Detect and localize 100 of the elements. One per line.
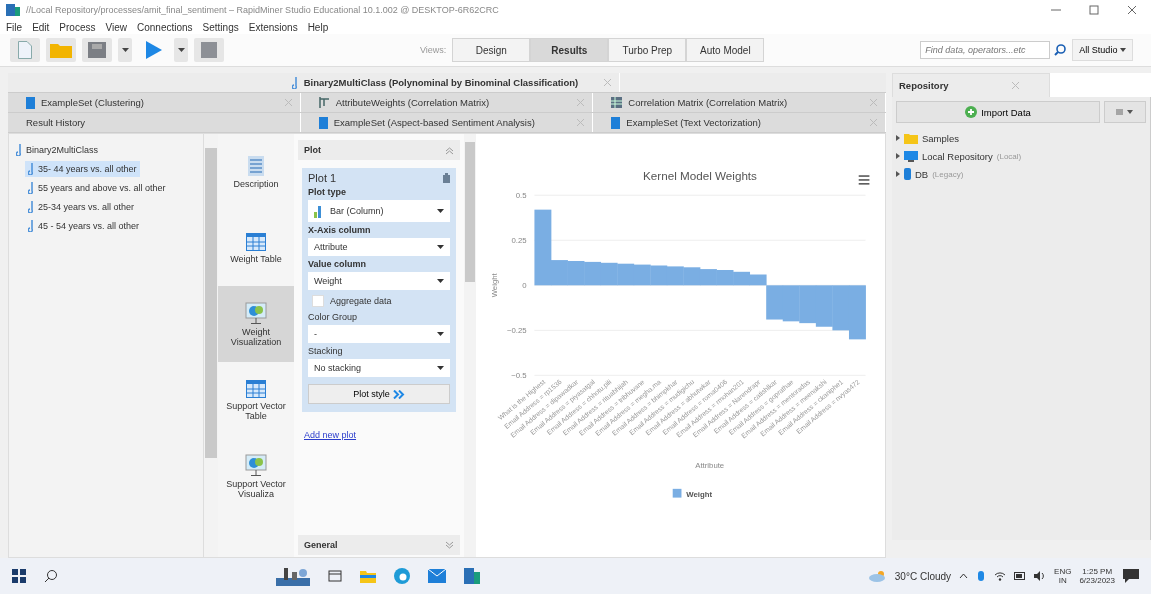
stop-button[interactable] [194,38,224,62]
menu-item[interactable]: Connections [137,21,193,33]
panel-header[interactable]: General [298,535,460,555]
select-field[interactable]: Attribute [308,238,450,256]
book-icon [318,116,328,129]
history-item[interactable]: 35- 44 years vs. all other [25,161,140,177]
task-view-icon[interactable] [328,570,342,582]
notification-icon[interactable] [1123,569,1139,583]
menu-item[interactable]: Extensions [248,21,298,33]
search-icon[interactable] [44,569,58,583]
select-field[interactable]: Weight [308,272,450,290]
panel-header[interactable]: Plot [298,140,460,160]
folder-icon[interactable] [360,569,376,583]
list-caret-icon [1116,109,1134,115]
result-tab[interactable]: ExampleSet (Aspect-based Sentiment Analysis) [300,113,594,132]
close-icon[interactable] [1127,5,1137,15]
view-tab[interactable]: Auto Model [686,38,765,62]
history-item[interactable]: 55 years and above vs. all other [25,180,199,196]
dropdown-button[interactable] [118,38,132,62]
expand-arrow-icon[interactable] [896,135,900,141]
app-icon[interactable] [464,568,480,584]
menu-item[interactable]: View [105,21,127,33]
checkbox[interactable] [312,295,324,307]
plot-style-button[interactable]: Plot style [308,384,450,404]
view-mode-item[interactable]: Support Vector Visualiza [218,438,294,514]
menu-icon[interactable] [858,175,870,185]
view-mode-item[interactable]: Weight Visualization [218,286,294,362]
repository-item[interactable]: Local Repository (Local) [896,147,1146,165]
add-plot-link[interactable]: Add new plot [304,430,357,440]
double-chevron-icon [392,389,405,399]
options-button[interactable] [1104,101,1146,123]
menu-item[interactable]: Help [307,21,329,33]
expand-arrow-icon[interactable] [896,153,900,159]
table-icon [246,232,266,251]
collapse-icon[interactable] [445,145,454,155]
view-mode-item[interactable]: Support Vector Table [218,362,294,438]
view-tab[interactable]: Results [530,38,609,62]
dropdown-button[interactable] [174,38,188,62]
expand-icon[interactable] [445,540,454,550]
field-label: Value column [308,259,367,269]
maximize-icon[interactable] [1089,5,1099,15]
select-field[interactable]: - [308,325,450,343]
view-tab[interactable]: Design [452,38,531,62]
weights-icon [318,97,330,108]
mail-icon[interactable] [428,569,446,583]
scrollbar-thumb[interactable] [205,148,217,458]
menu-item[interactable]: Process [59,21,96,33]
scope-dropdown[interactable]: All Studio [1072,39,1134,61]
hook-icon [291,76,298,89]
result-tab[interactable]: ExampleSet (Text Vectorization) [593,113,886,132]
expand-arrow-icon[interactable] [896,171,900,177]
trash-icon[interactable] [443,173,450,183]
result-tab[interactable]: AttributeWeights (Correlation Matrix) [300,93,594,112]
hook-icon [28,220,34,232]
start-icon[interactable] [12,569,26,583]
search-icon[interactable] [1054,44,1067,56]
region-text[interactable]: IN [1058,576,1067,585]
select-field[interactable]: Bar (Column) [308,200,450,222]
save-icon [88,42,106,58]
browser-icon[interactable] [394,568,410,584]
new-file-button[interactable] [10,38,40,62]
chart-title: Kernel Model Weights [643,169,757,183]
repository-item[interactable]: DB (Legacy) [896,165,1146,183]
result-tab[interactable]: Correlation Matrix (Correlation Matrix) [593,93,886,112]
repository-item[interactable]: Samples [896,129,1146,147]
result-tab[interactable]: Result History [8,113,301,132]
view-tab[interactable]: Turbo Prep [608,38,687,62]
weather-text[interactable]: 30°C Cloudy [894,570,952,582]
history-item[interactable]: Binary2MultiClass [13,142,199,158]
scrollbar-thumb[interactable] [465,142,475,282]
search-field[interactable]: Find data, operators...etc [920,41,1051,59]
import-data-button[interactable]: Import Data [896,101,1100,123]
save-button[interactable] [82,38,112,62]
axis-tick-label: −0.5 [511,371,527,381]
chart-bar [617,263,635,286]
menu-item[interactable]: Edit [32,21,50,33]
field-label: X-Axis column [308,225,371,235]
speaker-icon[interactable] [1034,571,1047,581]
battery-icon[interactable] [1014,572,1027,580]
chart-bar [584,261,602,286]
presentation-icon [245,301,267,324]
clock-time[interactable]: 1:25 PM [1082,567,1113,576]
clock-date[interactable]: 6/23/2023 [1079,576,1115,585]
view-mode-item[interactable]: Description [218,134,294,210]
caret-icon [437,366,444,370]
menu-item[interactable]: Settings [202,21,239,33]
view-mode-item[interactable]: Weight Table [218,210,294,286]
chevron-up-icon[interactable] [959,573,969,579]
network-icon[interactable] [994,571,1007,581]
window-title: //Local Repository/processes/amit_final_sentiment – RapidMiner Studio Educational 10.1.002 @ DESKTOP-6R62CRC [26,5,499,15]
select-field[interactable]: No stacking [308,359,450,377]
hook-icon [28,182,34,194]
bar-chart-icon [314,204,324,218]
field-label: Stacking [308,346,343,356]
history-item[interactable]: 45 - 54 years vs. all other [25,218,199,234]
result-tab[interactable]: ExampleSet (Clustering) [8,93,301,112]
menu-item[interactable]: File [6,21,23,33]
repository-tab[interactable]: Repository [892,73,1050,97]
history-item[interactable]: 25-34 years vs. all other [25,199,199,215]
language-text[interactable]: ENG [1054,567,1072,576]
